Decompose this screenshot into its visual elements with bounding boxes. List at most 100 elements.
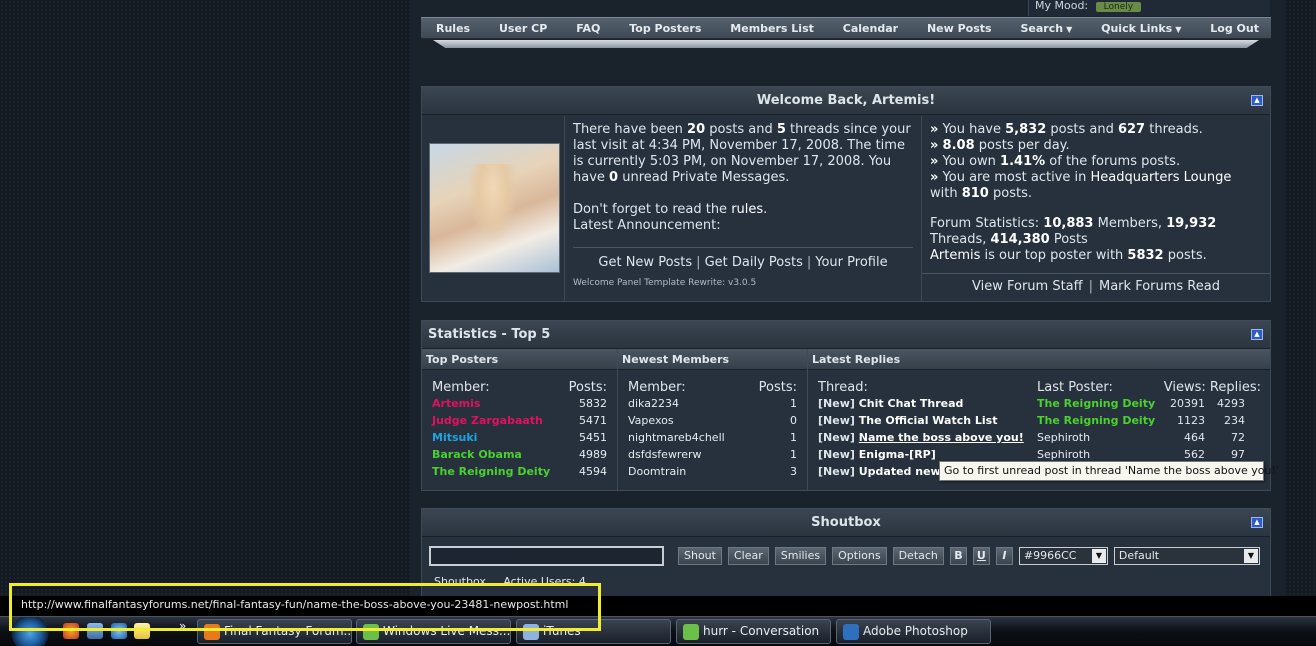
shout-input[interactable] [429,546,664,566]
shoutbox-title: Shoutbox [811,515,881,530]
top-poster-row: Judge Zargabaath 5471 [422,412,617,429]
newest-members-header: Newest Members [618,349,807,370]
color-select[interactable]: #9966CC ▼ [1018,547,1108,565]
member-link[interactable]: Judge Zargabaath [432,412,543,429]
nav-user-cp[interactable]: User CP [499,22,547,35]
detach-button[interactable]: Detach [892,547,944,565]
bold-button[interactable]: B [949,547,967,565]
top-poster-row: Artemis 5832 [422,395,617,412]
post-count: 4594 [579,465,607,478]
clear-button[interactable]: Clear [727,547,769,565]
welcome-title: Welcome Back, Artemis! [756,93,936,108]
nav-top-posters[interactable]: Top Posters [629,22,701,35]
latest-replies-header: Latest Replies [808,349,1270,370]
active-forum-link[interactable]: Headquarters Lounge [1091,170,1232,185]
collapse-icon[interactable]: ▲ [1251,329,1263,340]
get-new-posts-link[interactable]: Get New Posts [598,255,692,270]
thread-link[interactable]: Enigma-[RP] [859,448,936,461]
taskbar-item-conversation[interactable]: hurr - Conversation [676,619,831,644]
new-tag[interactable]: [New] [818,448,855,461]
top-poster-row: The Reigning Deity 4594 [422,463,617,480]
thread-link[interactable]: Chit Chat Thread [859,397,964,410]
template-version: Welcome Panel Template Rewrite: v3.0.5 [573,278,757,288]
member-link[interactable]: The Reigning Deity [432,463,550,480]
member-link[interactable]: Vapexos [628,412,674,429]
navbar: Rules User CP FAQ Top Posters Members Li… [421,17,1271,39]
statistics-title: Statistics - Top 5 [428,327,551,342]
get-daily-posts-link[interactable]: Get Daily Posts [705,255,803,270]
member-link[interactable]: dika2234 [628,395,679,412]
thread-link[interactable]: Updated new [859,465,941,478]
newest-member-row: Doomtrain 3 [618,463,807,480]
view-count: 464 [1184,431,1205,444]
member-link[interactable]: Mitsuki [432,429,477,446]
font-select-value: Default [1118,549,1160,562]
statistics-header: Statistics - Top 5 ▲ [422,321,1270,349]
collapse-icon[interactable]: ▲ [1251,95,1263,106]
chevron-down-icon: ▼ [1066,24,1073,34]
member-link[interactable]: dsfdsfewrerw [628,446,702,463]
options-button[interactable]: Options [832,547,887,565]
member-link[interactable]: Doomtrain [628,463,686,480]
nav-log-out[interactable]: Log Out [1210,22,1259,35]
nav-faq[interactable]: FAQ [576,22,600,35]
post-count: 3 [790,465,797,478]
welcome-panel: Welcome Back, Artemis! ▲ There have been… [421,86,1271,302]
chevron-down-icon: ▼ [1243,549,1258,563]
your-profile-link[interactable]: Your Profile [815,255,887,270]
avatar-column [422,116,565,301]
nav-members-list[interactable]: Members List [730,22,814,35]
welcome-links: Get New Posts | Get Daily Posts | Your Profi… [573,247,913,271]
font-select[interactable]: Default ▼ [1113,547,1260,565]
nav-rules[interactable]: Rules [436,22,470,35]
view-count: 1123 [1177,414,1205,427]
top-poster-link[interactable]: Artemis [930,248,980,263]
smilies-button[interactable]: Smilies [774,547,827,565]
last-poster-link[interactable]: The Reigning Deity [1037,395,1161,412]
member-link[interactable]: Barack Obama [432,446,522,463]
newest-member-row: Vapexos 0 [618,412,807,429]
nav-search[interactable]: Search ▼ [1020,22,1072,35]
new-tag[interactable]: [New] [818,431,855,444]
staff-links: View Forum Staff | Mark Forums Read [922,273,1270,295]
rules-link[interactable]: rules [731,202,763,217]
post-count: 4989 [579,448,607,461]
italic-button[interactable]: I [995,547,1013,565]
post-count: 5832 [579,397,607,410]
top-posters-header: Top Posters [422,349,617,370]
nav-calendar[interactable]: Calendar [843,22,898,35]
taskbar-item-photoshop[interactable]: Adobe Photoshop [836,619,991,644]
mood-value[interactable]: Lonely [1095,2,1142,12]
last-poster-link[interactable]: Sephiroth [1037,429,1161,446]
avatar[interactable] [429,143,560,273]
newest-member-row: dika2234 1 [618,395,807,412]
photoshop-icon [843,624,859,640]
messenger-icon [683,624,699,640]
thread-link[interactable]: The Official Watch List [859,414,998,427]
thread-link[interactable]: Name the boss above you! [859,431,1024,444]
shout-button[interactable]: Shout [678,547,722,565]
post-count: 1 [790,431,797,444]
latest-reply-row: [New] Chit Chat Thread The Reigning Deity… [808,395,1270,412]
annotation-highlight [9,583,601,631]
member-link[interactable]: nightmareb4chell [628,429,725,446]
reply-count: 4293 [1217,397,1245,410]
newest-members-column: Newest Members Member: Posts: dika2234 1 Va… [618,349,808,490]
view-forum-staff-link[interactable]: View Forum Staff [972,279,1083,294]
underline-button[interactable]: U [972,547,990,565]
shoutbox-header: Shoutbox ▲ [422,509,1270,537]
new-tag[interactable]: [New] [818,397,855,410]
reply-count: 72 [1231,431,1245,444]
welcome-info: There have been 20 posts and 5 threads s… [565,116,922,301]
newest-member-row: dsfdsfewrerw 1 [618,446,807,463]
nav-new-posts[interactable]: New Posts [927,22,992,35]
collapse-icon[interactable]: ▲ [1251,517,1263,528]
navbar-lip [433,40,1259,48]
new-tag[interactable]: [New] [818,414,855,427]
new-tag[interactable]: [New] [818,465,855,478]
member-link[interactable]: Artemis [432,395,480,412]
view-count: 20391 [1170,397,1205,410]
mark-forums-read-link[interactable]: Mark Forums Read [1099,279,1220,294]
nav-quick-links[interactable]: Quick Links ▼ [1101,22,1181,35]
last-poster-link[interactable]: The Reigning Deity [1037,412,1161,429]
